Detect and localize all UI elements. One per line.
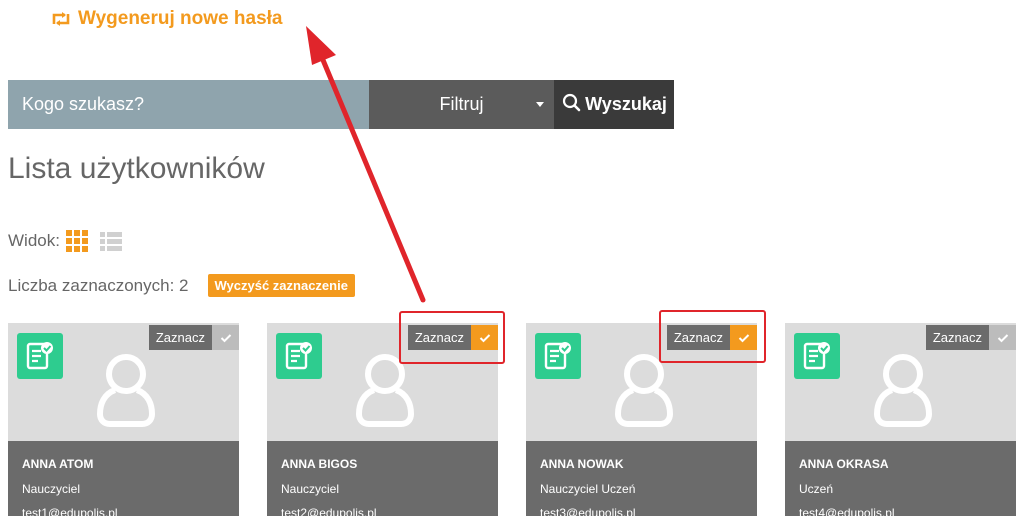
user-info: ANNA ATOM Nauczyciel test1@edupolis.pl xyxy=(8,441,239,516)
document-check-icon[interactable] xyxy=(794,333,840,379)
select-label: Zaznacz xyxy=(148,325,212,350)
user-card: Zaznacz ANNA OKRASA Uczeń test4@edupolis… xyxy=(785,323,1016,516)
user-name: ANNA BIGOS xyxy=(281,457,358,471)
select-label: Zaznacz xyxy=(925,325,989,350)
check-icon xyxy=(212,325,239,350)
user-role: Nauczyciel Uczeń xyxy=(540,482,636,496)
page-title: Lista użytkowników xyxy=(8,152,265,185)
search-button[interactable]: Wyszukaj xyxy=(554,80,674,129)
user-name: ANNA OKRASA xyxy=(799,457,889,471)
select-toggle[interactable]: Zaznacz xyxy=(925,325,1016,350)
selected-count: Liczba zaznaczonych: 2 xyxy=(8,275,189,295)
filter-dropdown[interactable]: Filtruj xyxy=(369,80,554,129)
caret-down-icon xyxy=(536,102,544,107)
search-button-label: Wyszukaj xyxy=(585,94,667,114)
user-avatar-icon xyxy=(873,350,933,433)
document-check-icon[interactable] xyxy=(276,333,322,379)
regenerate-label: Wygeneruj nowe hasła xyxy=(78,8,283,29)
user-card: Zaznacz ANNA ATOM Nauczyciel test1@edupo… xyxy=(8,323,239,516)
selection-row: Liczba zaznaczonych: 2 Wyczyść zaznaczen… xyxy=(8,274,355,297)
document-check-icon[interactable] xyxy=(17,333,63,379)
user-role: Nauczyciel xyxy=(22,482,81,496)
search-bar: Filtruj Wyszukaj xyxy=(8,80,674,129)
user-name: ANNA ATOM xyxy=(22,457,94,471)
select-toggle[interactable]: Zaznacz xyxy=(148,325,239,350)
view-label: Widok: xyxy=(8,231,60,250)
check-icon xyxy=(989,325,1016,350)
user-email: test4@edupolis.pl xyxy=(799,506,895,516)
user-info: ANNA OKRASA Uczeń test4@edupolis.pl xyxy=(785,441,1016,516)
filter-label: Filtruj xyxy=(439,94,484,114)
user-role: Uczeń xyxy=(799,482,834,496)
search-icon xyxy=(561,92,581,117)
user-name: ANNA NOWAK xyxy=(540,457,624,471)
list-view-icon[interactable] xyxy=(99,231,122,251)
highlight-box xyxy=(659,310,766,363)
retweet-icon xyxy=(50,11,72,27)
user-role: Nauczyciel xyxy=(281,482,340,496)
user-avatar-icon xyxy=(96,350,156,433)
user-email: test1@edupolis.pl xyxy=(22,506,118,516)
document-check-icon[interactable] xyxy=(535,333,581,379)
view-switcher: Widok: xyxy=(8,230,122,252)
user-email: test2@edupolis.pl xyxy=(281,506,377,516)
highlight-box xyxy=(399,311,505,364)
user-info: ANNA NOWAK Nauczyciel Uczeń test3@edupol… xyxy=(526,441,757,516)
clear-selection-button[interactable]: Wyczyść zaznaczenie xyxy=(207,274,355,297)
user-info: ANNA BIGOS Nauczyciel test2@edupolis.pl xyxy=(267,441,498,516)
regenerate-passwords-link[interactable]: Wygeneruj nowe hasła xyxy=(50,8,282,30)
user-email: test3@edupolis.pl xyxy=(540,506,636,516)
grid-view-icon[interactable] xyxy=(65,230,88,252)
search-input[interactable] xyxy=(8,80,369,129)
